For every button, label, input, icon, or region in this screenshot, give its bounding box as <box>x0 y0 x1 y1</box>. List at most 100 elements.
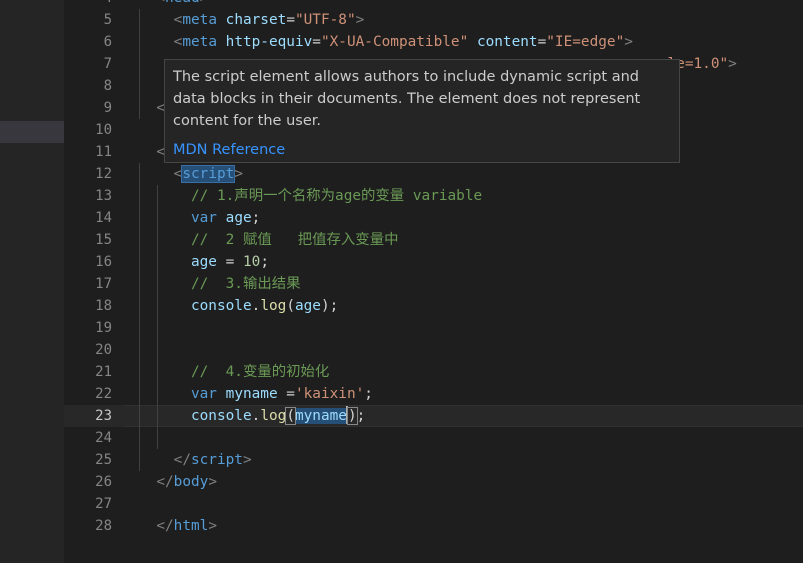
code-line[interactable]: 15 // 2 赋值 把值存入变量中 <box>64 229 803 251</box>
code-line[interactable]: 21 // 4.变量的初始化 <box>64 361 803 383</box>
code-token: meta <box>182 12 217 28</box>
line-number: 26 <box>95 474 112 490</box>
code-token: age <box>190 254 217 270</box>
code-token: > <box>242 452 252 468</box>
indent-guide-head <box>139 9 140 119</box>
line-code: </body> <box>139 471 217 493</box>
code-line[interactable]: 4 <head> <box>64 0 803 9</box>
code-line[interactable]: 23 console.log(myname); <box>64 405 803 427</box>
code-line[interactable]: 12 <script> <box>64 163 803 185</box>
code-token: // 3.输出结果 <box>190 276 301 292</box>
code-line[interactable]: 5 <meta charset="UTF-8"> <box>64 9 803 31</box>
code-token: var <box>190 386 217 402</box>
code-token: > <box>728 56 737 72</box>
code-line[interactable]: 22 var myname ='kaixin'; <box>64 383 803 405</box>
code-token: head <box>165 0 200 6</box>
code-token: 10 <box>242 254 261 270</box>
hover-tooltip: The script element allows authors to inc… <box>164 59 680 163</box>
line-number: 18 <box>95 298 112 314</box>
line-number: 28 <box>95 518 112 534</box>
code-line[interactable]: 28 </html> <box>64 515 803 537</box>
code-token: </ <box>173 452 191 468</box>
code-token: myname <box>294 408 347 424</box>
line-number: 10 <box>95 122 112 138</box>
code-token: > <box>355 12 365 28</box>
code-token: myname <box>225 386 278 402</box>
code-token: = <box>216 254 243 270</box>
mdn-reference-link[interactable]: MDN Reference <box>173 139 671 161</box>
line-code: <script> <box>139 163 243 185</box>
code-token: // 4.变量的初始化 <box>190 364 330 380</box>
line-code: console.log(myname); <box>139 405 365 427</box>
code-token: = <box>286 12 295 28</box>
line-number: 25 <box>95 452 112 468</box>
code-token: </ <box>156 474 174 490</box>
code-token: > <box>200 0 209 6</box>
code-token: ; <box>364 386 373 402</box>
code-line[interactable]: 6 <meta http-equiv="X-UA-Compatible" con… <box>64 31 803 53</box>
code-token: // 1.声明一个名称为age的变量 variable <box>190 188 483 204</box>
code-line[interactable]: 19 <box>64 317 803 339</box>
code-line[interactable]: 20 <box>64 339 803 361</box>
code-line[interactable]: 16 age = 10; <box>64 251 803 273</box>
code-token: meta <box>182 34 217 50</box>
line-code: <meta charset="UTF-8"> <box>139 9 365 31</box>
line-code: // 3.输出结果 <box>139 273 301 295</box>
line-code: age = 10; <box>139 251 269 273</box>
code-token: charset <box>225 12 287 28</box>
code-line[interactable]: 17 // 3.输出结果 <box>64 273 803 295</box>
code-line[interactable]: 14 var age; <box>64 207 803 229</box>
line-code: <head> <box>139 0 208 9</box>
code-line[interactable]: 18 console.log(age); <box>64 295 803 317</box>
code-token: log <box>260 298 287 314</box>
line-number: 16 <box>95 254 112 270</box>
code-token: > <box>624 34 633 50</box>
code-token: > <box>234 166 243 182</box>
indent-guide-body <box>139 163 140 471</box>
line-number: 14 <box>95 210 112 226</box>
line-code: <meta http-equiv="X-UA-Compatible" conte… <box>139 31 633 53</box>
code-token: = <box>312 34 321 50</box>
code-line[interactable]: 25 </script> <box>64 449 803 471</box>
code-token: ); <box>320 298 339 314</box>
line-number: 15 <box>95 232 112 248</box>
line-number: 7 <box>103 56 112 72</box>
code-token: = <box>537 34 547 50</box>
line-number: 8 <box>103 78 112 94</box>
line-number: 21 <box>95 364 112 380</box>
code-token: ( <box>285 407 296 425</box>
code-line[interactable]: 27 <box>64 493 803 515</box>
line-number: 17 <box>95 276 112 292</box>
code-line[interactable]: 26 </body> <box>64 471 803 493</box>
code-token: age <box>225 210 252 226</box>
code-token: body <box>173 474 209 490</box>
side-panel-selected-row[interactable] <box>0 121 64 143</box>
code-token: console <box>190 408 252 424</box>
code-token: </ <box>156 518 174 534</box>
line-code: // 4.变量的初始化 <box>139 361 329 383</box>
code-token: 'kaixin' <box>294 386 365 402</box>
tooltip-description: The script element allows authors to inc… <box>173 69 641 129</box>
code-line[interactable]: 24 <box>64 427 803 449</box>
line-number: 24 <box>95 430 112 446</box>
code-line[interactable]: 13 // 1.声明一个名称为age的变量 variable <box>64 185 803 207</box>
line-number: 13 <box>95 188 112 204</box>
